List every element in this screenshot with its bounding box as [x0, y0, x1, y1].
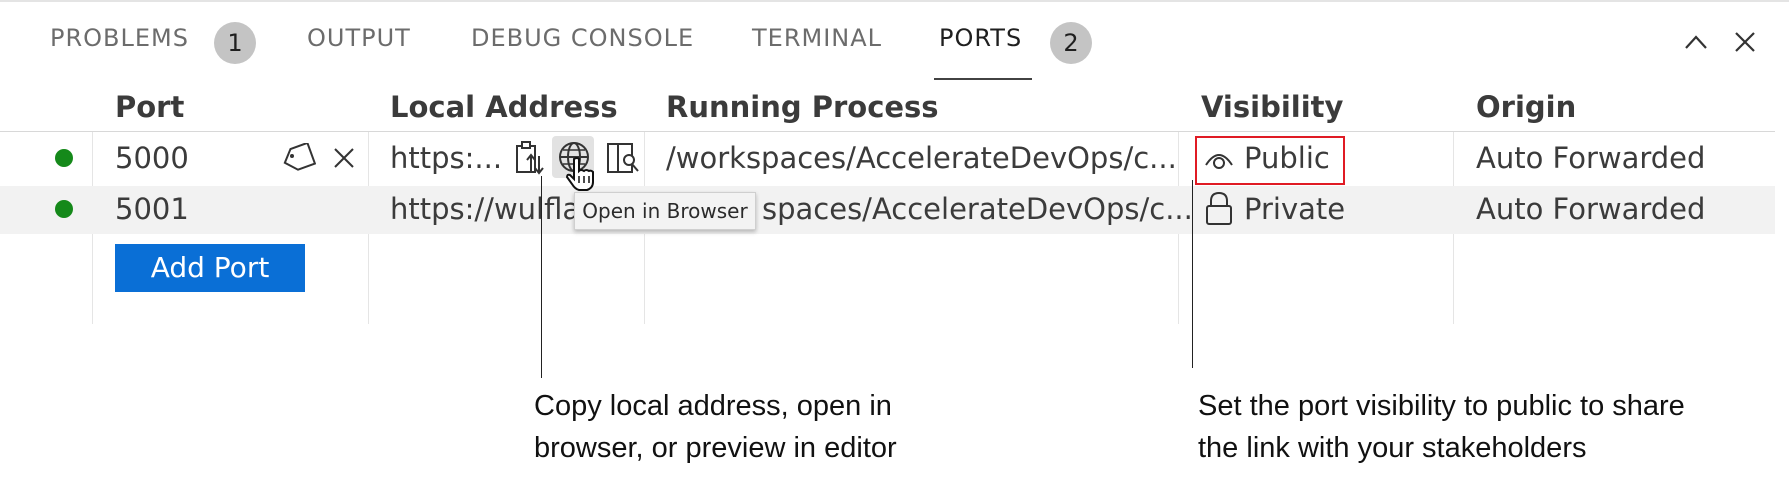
close-icon[interactable] [1732, 29, 1758, 55]
tab-problems[interactable]: PROBLEMS [50, 24, 189, 52]
copy-address-icon[interactable] [514, 140, 544, 176]
tab-ports[interactable]: PORTS [939, 24, 1022, 52]
panel-top-border [0, 0, 1789, 2]
tab-debug-console[interactable]: DEBUG CONSOLE [471, 24, 694, 52]
add-port-button[interactable]: Add Port [115, 244, 305, 292]
callout-line-address-actions [541, 176, 542, 378]
tab-terminal[interactable]: TERMINAL [752, 24, 882, 52]
caption-line: browser, or preview in editor [534, 432, 897, 464]
chevron-up-icon[interactable] [1682, 30, 1710, 54]
caption-line: the link with your stakeholders [1198, 432, 1587, 464]
local-address[interactable]: https:... [390, 141, 502, 175]
visibility-highlight-box [1195, 136, 1345, 185]
active-tab-indicator [934, 78, 1032, 80]
running-process: /workspaces/AccelerateDevOps/c... [666, 141, 1177, 175]
visibility-value[interactable]: Private [1244, 192, 1345, 226]
lock-icon [1206, 191, 1232, 225]
hand-pointer-icon [566, 157, 594, 191]
running-process: spaces/AccelerateDevOps/c... [762, 192, 1193, 226]
caption-address-actions: Copy local address, open in browser, or … [534, 385, 897, 469]
caption-line: Set the port visibility to public to sha… [1198, 390, 1685, 422]
ports-count-badge: 2 [1050, 22, 1092, 64]
tag-icon[interactable] [280, 143, 316, 173]
header-divider [0, 131, 1775, 132]
status-running-dot [55, 149, 73, 167]
column-header-origin[interactable]: Origin [1476, 90, 1576, 124]
caption-visibility: Set the port visibility to public to sha… [1198, 385, 1685, 469]
origin-value: Auto Forwarded [1476, 141, 1706, 175]
origin-value: Auto Forwarded [1476, 192, 1706, 226]
preview-in-editor-icon[interactable] [606, 141, 640, 175]
tab-output[interactable]: OUTPUT [307, 24, 411, 52]
problems-count-badge: 1 [214, 22, 256, 64]
caption-line: Copy local address, open in [534, 390, 892, 422]
port-number[interactable]: 5000 [115, 141, 189, 175]
status-running-dot [55, 200, 73, 218]
callout-line-visibility [1192, 180, 1193, 368]
remove-port-icon[interactable] [332, 146, 356, 170]
local-address[interactable]: https://wulfla [390, 192, 580, 226]
column-header-port[interactable]: Port [115, 90, 184, 124]
open-in-browser-tooltip: Open in Browser [574, 192, 756, 230]
column-header-running-process[interactable]: Running Process [666, 90, 939, 124]
column-header-visibility[interactable]: Visibility [1201, 90, 1343, 124]
port-number[interactable]: 5001 [115, 192, 189, 226]
column-header-local-address[interactable]: Local Address [390, 90, 618, 124]
